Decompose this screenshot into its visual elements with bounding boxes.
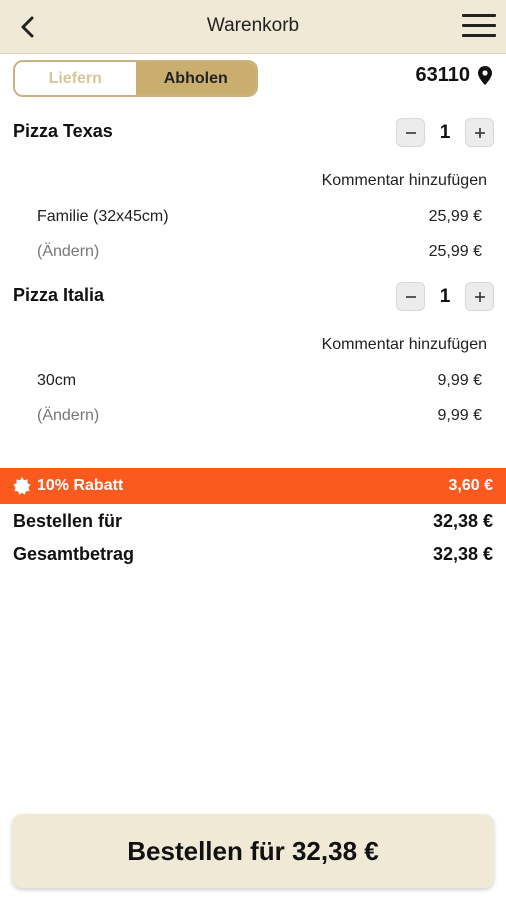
- item-line-total: 9,99 €: [437, 407, 482, 424]
- toggle-option-liefern[interactable]: Liefern: [15, 62, 136, 95]
- app-header: Warenkorb: [0, 0, 506, 54]
- decrease-quantity-button[interactable]: [396, 282, 425, 311]
- cart-item-name: Pizza Texas: [13, 121, 113, 141]
- plus-icon: [474, 291, 485, 302]
- toggle-option-abholen[interactable]: Abholen: [135, 62, 256, 95]
- plus-icon: [474, 127, 485, 138]
- quantity-value: 1: [439, 285, 451, 307]
- minus-icon: [405, 295, 416, 298]
- discount-bar: 10% Rabatt 3,60 €: [0, 468, 506, 504]
- quantity-stepper: 1: [396, 118, 494, 147]
- quantity-value: 1: [439, 121, 451, 143]
- increase-quantity-button[interactable]: [465, 282, 494, 311]
- discount-label: 10% Rabatt: [37, 477, 124, 494]
- item-option-label: Familie (32x45cm): [37, 208, 169, 225]
- hamburger-menu-icon: [462, 14, 496, 17]
- hamburger-menu-button[interactable]: [462, 14, 496, 40]
- total-label: Gesamtbetrag: [13, 544, 135, 564]
- minus-icon: [405, 131, 416, 134]
- badge-icon: [13, 477, 31, 495]
- total-value: 32,38 €: [432, 544, 493, 564]
- increase-quantity-button[interactable]: [465, 118, 494, 147]
- order-for-value: 32,38 €: [432, 511, 493, 531]
- item-option-price: 9,99 €: [437, 372, 482, 389]
- order-for-label: Bestellen für: [13, 511, 123, 531]
- order-for-row: Bestellen für 32,38 €: [13, 511, 493, 532]
- map-pin-icon: [478, 66, 492, 85]
- discount-value: 3,60 €: [448, 477, 493, 494]
- change-option-link[interactable]: (Ändern): [37, 407, 99, 425]
- total-row: Gesamtbetrag 32,38 €: [13, 544, 493, 565]
- add-comment-link[interactable]: Kommentar hinzufügen: [322, 336, 487, 354]
- change-option-link[interactable]: (Ändern): [37, 243, 99, 261]
- postal-code: 63110: [415, 64, 470, 86]
- cart-item-name: Pizza Italia: [13, 285, 105, 305]
- item-option-label: 30cm: [37, 372, 77, 389]
- place-order-button[interactable]: Bestellen für 32,38 €: [12, 814, 494, 888]
- location-selector[interactable]: 63110: [415, 64, 492, 87]
- delivery-mode-toggle: Liefern Abholen: [13, 60, 258, 97]
- decrease-quantity-button[interactable]: [396, 118, 425, 147]
- add-comment-link[interactable]: Kommentar hinzufügen: [322, 172, 487, 190]
- page-title: Warenkorb: [206, 15, 300, 36]
- item-option-price: 25,99 €: [428, 208, 482, 225]
- quantity-stepper: 1: [396, 282, 494, 311]
- item-line-total: 25,99 €: [428, 243, 482, 260]
